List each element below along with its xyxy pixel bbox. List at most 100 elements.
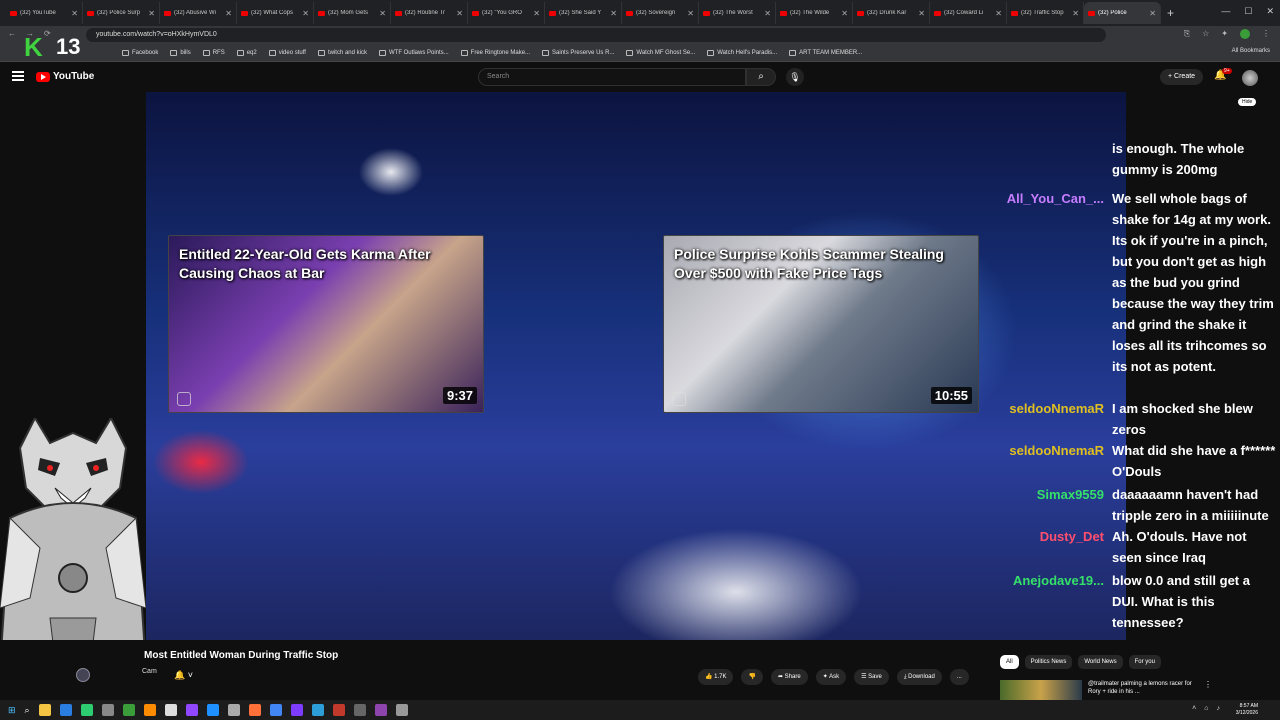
app-icon[interactable] bbox=[353, 704, 366, 716]
close-tab-icon[interactable]: ✕ bbox=[610, 9, 617, 18]
bookmark-item[interactable]: bills bbox=[170, 49, 191, 56]
close-tab-icon[interactable]: ✕ bbox=[841, 9, 848, 18]
recommended-video[interactable]: @trailmater palming a lemons racer for R… bbox=[1000, 680, 1212, 700]
mail-icon[interactable] bbox=[59, 704, 72, 716]
like-button[interactable]: 👍 1.7K bbox=[698, 669, 734, 685]
edge-icon[interactable] bbox=[311, 704, 324, 716]
close-tab-icon[interactable]: ✕ bbox=[533, 9, 540, 18]
close-tab-icon[interactable]: ✕ bbox=[918, 9, 925, 18]
bookmark-item[interactable]: Saints Preserve Us R... bbox=[542, 49, 614, 56]
app-icon[interactable] bbox=[227, 704, 240, 716]
browser-tab[interactable]: (32) What Cops ✕ bbox=[237, 2, 314, 24]
close-window-icon[interactable]: ✕ bbox=[1266, 6, 1274, 17]
chrome-icon[interactable] bbox=[269, 704, 282, 716]
close-tab-icon[interactable]: ✕ bbox=[302, 9, 309, 18]
video-player[interactable]: Entitled 22-Year-Old Gets Karma After Ca… bbox=[146, 92, 1126, 640]
windows-start-icon[interactable]: ⊞ bbox=[8, 705, 16, 716]
ask-button[interactable]: ✦ Ask bbox=[815, 669, 847, 685]
menu-icon[interactable]: ⋮ bbox=[1262, 29, 1270, 39]
filter-chip[interactable]: All bbox=[1000, 655, 1019, 669]
minimize-icon[interactable]: — bbox=[1221, 6, 1230, 17]
bookmark-item[interactable]: Watch Hell's Paradis... bbox=[707, 49, 777, 56]
close-tab-icon[interactable]: ✕ bbox=[456, 9, 463, 18]
channel-name[interactable]: Cam bbox=[142, 668, 157, 675]
bookmark-item[interactable]: Facebook bbox=[122, 49, 158, 56]
filter-chip[interactable]: For you bbox=[1128, 655, 1161, 669]
close-tab-icon[interactable]: ✕ bbox=[764, 9, 771, 18]
search-input[interactable]: Search bbox=[478, 68, 746, 86]
search-button[interactable]: ⌕ bbox=[746, 68, 776, 86]
browser-tab[interactable]: (32) Drunk Kar ✕ bbox=[853, 2, 930, 24]
gear-icon[interactable] bbox=[395, 704, 408, 716]
settings-icon[interactable] bbox=[101, 704, 114, 716]
taskbar-clock[interactable]: 8:57 AM 3/12/2026 bbox=[1236, 703, 1258, 717]
browser-tab[interactable]: (32) Mom Gets ✕ bbox=[314, 2, 391, 24]
extensions-icon[interactable]: ✦ bbox=[1221, 29, 1228, 39]
endcard-video-2[interactable]: Police Surprise Kohls Scammer Stealing O… bbox=[663, 235, 979, 413]
user-avatar[interactable] bbox=[1242, 70, 1258, 86]
download-button[interactable]: ⤓ Download bbox=[896, 669, 942, 685]
dislike-button[interactable]: 👎 bbox=[741, 669, 763, 685]
star-icon[interactable]: ☆ bbox=[1202, 29, 1209, 39]
filter-chip[interactable]: World News bbox=[1078, 655, 1123, 669]
more-actions-button[interactable]: ... bbox=[949, 669, 969, 685]
browser-tab[interactable]: (32) Traffic Stop ✕ bbox=[1007, 2, 1084, 24]
vlc-icon[interactable] bbox=[143, 704, 156, 716]
subscribe-bell-icon[interactable]: 🔔 ˅ bbox=[174, 670, 193, 681]
create-button[interactable]: + Create bbox=[1160, 69, 1204, 85]
xbox-icon[interactable] bbox=[80, 704, 93, 716]
profile-avatar[interactable] bbox=[1240, 29, 1250, 39]
browser-tab[interactable]: (32) She Said Y ✕ bbox=[545, 2, 622, 24]
back-icon[interactable]: ← bbox=[8, 29, 16, 38]
youtube-logo[interactable]: YouTube bbox=[36, 71, 94, 82]
app-icon[interactable] bbox=[206, 704, 219, 716]
bookmark-item[interactable]: eq2 bbox=[236, 49, 257, 56]
browser-tab[interactable]: (32) Routine Tr ✕ bbox=[391, 2, 468, 24]
filter-chip[interactable]: Politics News bbox=[1024, 655, 1073, 669]
close-tab-icon[interactable]: ✕ bbox=[1149, 9, 1156, 18]
browser-tab[interactable]: (32) The Worst ✕ bbox=[699, 2, 776, 24]
firefox-icon[interactable] bbox=[248, 704, 261, 716]
recommended-title[interactable]: @trailmater palming a lemons racer for R… bbox=[1088, 680, 1198, 700]
bookmark-item[interactable]: WTF Outlaws Points... bbox=[378, 49, 449, 56]
close-tab-icon[interactable]: ✕ bbox=[687, 9, 694, 18]
menu-burger-icon[interactable] bbox=[12, 71, 24, 81]
browser-tab[interactable]: (32) Coward Li ✕ bbox=[930, 2, 1007, 24]
close-tab-icon[interactable]: ✕ bbox=[379, 9, 386, 18]
browser-tab[interactable]: (32) Sovereign ✕ bbox=[622, 2, 699, 24]
bookmark-item[interactable]: twitch and kick bbox=[317, 49, 367, 56]
save-button[interactable]: ☰ Save bbox=[854, 669, 889, 685]
app-icon[interactable] bbox=[122, 704, 135, 716]
close-tab-icon[interactable]: ✕ bbox=[995, 9, 1002, 18]
url-field[interactable]: youtube.com/watch?v=oHXkHymVDL0 bbox=[86, 28, 1106, 42]
bookmark-item[interactable]: Watch MF Ghost Se... bbox=[626, 49, 695, 56]
maximize-icon[interactable]: ☐ bbox=[1244, 6, 1252, 17]
browser-tab[interactable]: (32) The Wilde ✕ bbox=[776, 2, 853, 24]
recommended-thumbnail[interactable] bbox=[1000, 680, 1082, 700]
chevron-up-icon[interactable]: ˄ bbox=[1192, 705, 1196, 712]
volume-icon[interactable]: ♪ bbox=[1217, 705, 1221, 712]
twitch-icon[interactable] bbox=[185, 704, 198, 716]
app-icon[interactable] bbox=[332, 704, 345, 716]
app-icon[interactable] bbox=[164, 704, 177, 716]
endcard-video-1[interactable]: Entitled 22-Year-Old Gets Karma After Ca… bbox=[168, 235, 484, 413]
browser-tab[interactable]: (32) YouTube ✕ bbox=[6, 2, 83, 24]
file-explorer-icon[interactable] bbox=[38, 704, 51, 716]
bookmark-item[interactable]: Free Ringtone Make... bbox=[460, 49, 530, 56]
browser-tab[interactable]: (32) "You GRO ✕ bbox=[468, 2, 545, 24]
close-tab-icon[interactable]: ✕ bbox=[71, 9, 78, 18]
browser-tab[interactable]: (32) Abusive Wi ✕ bbox=[160, 2, 237, 24]
browser-tab[interactable]: (32) Police ✕ bbox=[1084, 2, 1161, 24]
channel-avatar[interactable] bbox=[76, 668, 90, 682]
browser-tab[interactable]: (32) Police Surp ✕ bbox=[83, 2, 160, 24]
bookmark-item[interactable]: ART TEAM MEMBER... bbox=[789, 49, 862, 56]
voice-search-button[interactable]: 🎙 bbox=[786, 68, 804, 86]
obs-icon[interactable] bbox=[374, 704, 387, 716]
taskbar-search-icon[interactable]: ⌕ bbox=[25, 705, 30, 716]
hide-chat-button[interactable]: Hide bbox=[1238, 98, 1257, 106]
app-icon[interactable] bbox=[290, 704, 303, 716]
all-bookmarks[interactable]: All Bookmarks bbox=[1232, 48, 1270, 54]
bookmark-item[interactable]: video stuff bbox=[268, 49, 306, 56]
network-icon[interactable]: ⌂ bbox=[1204, 705, 1208, 712]
bookmark-item[interactable]: RFS bbox=[202, 49, 225, 56]
